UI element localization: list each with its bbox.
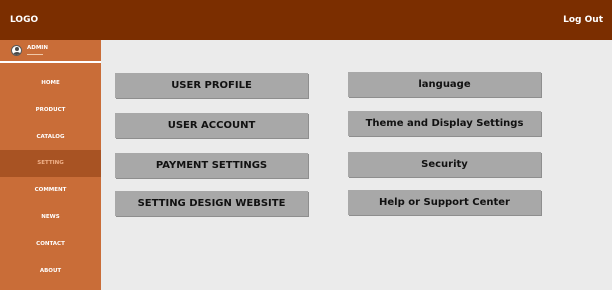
user-avatar-icon	[11, 45, 22, 56]
theme-display-settings-button[interactable]: Theme and Display Settings	[348, 111, 541, 136]
payment-settings-button[interactable]: PAYMENT SETTINGS	[115, 153, 308, 178]
logo[interactable]: LOGO	[10, 15, 38, 25]
sidebar-item-catalog[interactable]: CATALOG	[0, 124, 101, 151]
settings-content: USER PROFILE USER ACCOUNT PAYMENT SETTIN…	[101, 40, 612, 290]
sidebar-item-news[interactable]: NEWS	[0, 204, 101, 231]
security-button[interactable]: Security	[348, 152, 541, 177]
user-profile[interactable]: ADMIN	[0, 40, 101, 63]
user-account-button[interactable]: USER ACCOUNT	[115, 113, 308, 138]
help-support-center-button[interactable]: Help or Support Center	[348, 190, 541, 215]
top-bar: LOGO Log Out	[0, 0, 612, 40]
sidebar-item-setting[interactable]: SETTING	[0, 150, 101, 178]
logout-link[interactable]: Log Out	[563, 15, 603, 25]
sidebar-item-comment[interactable]: COMMENT	[0, 177, 101, 204]
sidebar-nav: HOME PRODUCT CATALOG SETTING COMMENT NEW…	[0, 70, 101, 284]
user-subtitle-line	[27, 53, 43, 55]
sidebar-item-contact[interactable]: CONTACT	[0, 231, 101, 258]
user-profile-button[interactable]: USER PROFILE	[115, 73, 308, 98]
sidebar-item-home[interactable]: HOME	[0, 70, 101, 97]
sidebar-item-product[interactable]: PRODUCT	[0, 97, 101, 124]
language-button[interactable]: language	[348, 72, 541, 97]
sidebar: ADMIN HOME PRODUCT CATALOG SETTING COMME…	[0, 40, 101, 290]
setting-design-website-button[interactable]: SETTING DESIGN WEBSITE	[115, 191, 308, 216]
user-name: ADMIN	[27, 45, 48, 52]
user-info: ADMIN	[27, 46, 48, 55]
sidebar-item-about[interactable]: ABOUT	[0, 258, 101, 285]
